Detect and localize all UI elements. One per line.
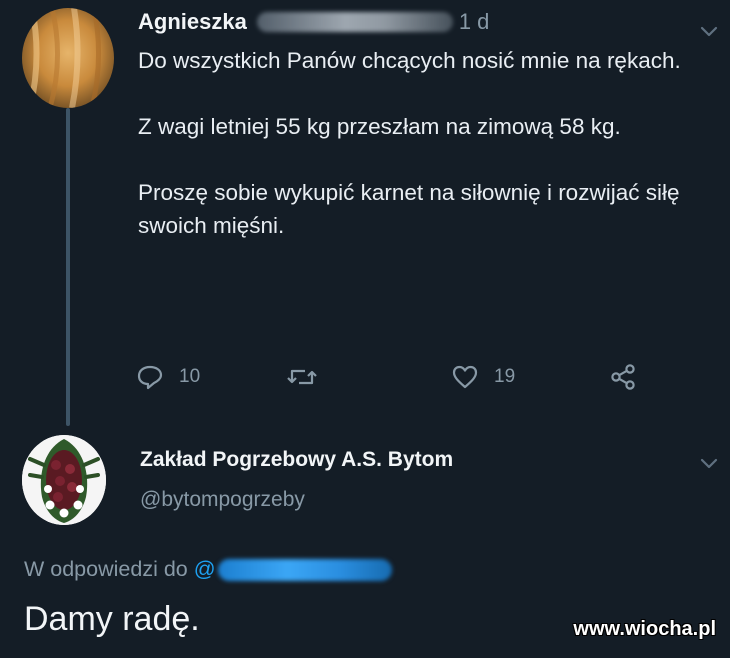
heart-icon (452, 365, 478, 389)
tweet-actions: 10 19 (135, 362, 655, 394)
share-button[interactable] (608, 362, 638, 392)
avatar[interactable] (22, 435, 106, 525)
reply-button[interactable]: 10 (135, 362, 200, 392)
reply-count: 10 (179, 366, 201, 387)
like-count: 19 (494, 366, 516, 387)
tweet-paragraph: Proszę sobie wykupić karnet na siłownię … (138, 180, 680, 238)
tweet-paragraph: Z wagi letniej 55 kg przeszłam na zimową… (138, 114, 621, 139)
blurred-mention (217, 558, 392, 581)
chevron-down-icon[interactable] (698, 452, 720, 474)
share-icon (611, 364, 635, 390)
tweet-timestamp[interactable]: 1 d (459, 9, 490, 35)
reply-author-handle[interactable]: @bytompogrzeby (140, 488, 305, 512)
avatar[interactable] (22, 8, 114, 108)
reply-to-label: W odpowiedzi do (24, 557, 188, 581)
reply-to-mention[interactable]: @ (194, 557, 216, 582)
reply-author-name[interactable]: Zakład Pogrzebowy A.S. Bytom (140, 448, 453, 472)
tweet-paragraph: Do wszystkich Panów chcących nosić mnie … (138, 48, 681, 73)
chevron-down-icon[interactable] (698, 20, 720, 42)
avatar-photo-icon (22, 8, 114, 108)
reply-context: W odpowiedzi do @ (24, 557, 392, 582)
retweet-button[interactable] (285, 362, 319, 392)
blurred-handle (256, 12, 453, 32)
reply-icon (137, 365, 163, 390)
retweet-icon (287, 369, 317, 385)
like-button[interactable]: 19 (450, 362, 515, 392)
tweet-author-name[interactable]: Agnieszka (138, 9, 247, 35)
thread-connector-line (66, 108, 70, 426)
watermark: www.wiocha.pl (573, 618, 716, 640)
reply-text: Damy radę. (24, 600, 200, 638)
tweet-text: Do wszystkich Panów chcących nosić mnie … (138, 44, 723, 242)
funeral-wreath-icon (22, 435, 106, 525)
